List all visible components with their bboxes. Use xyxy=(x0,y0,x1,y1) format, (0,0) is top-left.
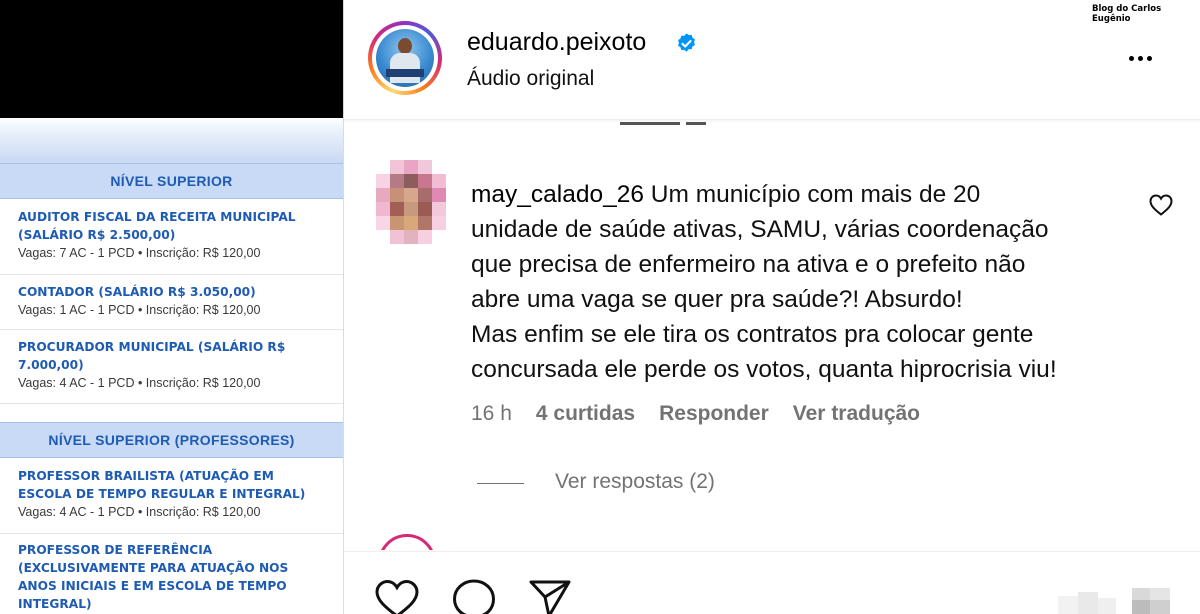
more-options-icon[interactable] xyxy=(1129,48,1165,68)
section-title: NÍVEL SUPERIOR xyxy=(110,173,233,189)
job-title[interactable]: PROFESSOR BRAILISTA (ATUAÇÃO EM ESCOLA D… xyxy=(18,467,323,503)
view-replies-button[interactable]: Ver respostas (2) xyxy=(555,470,715,494)
send-icon[interactable] xyxy=(527,578,573,614)
comment-meta: 16 h 4 curtidas Responder Ver tradução xyxy=(471,402,944,426)
section-title: NÍVEL SUPERIOR (PROFESSORES) xyxy=(48,432,295,448)
post-username[interactable]: eduardo.peixoto xyxy=(467,28,646,57)
job-item-procurador[interactable]: PROCURADOR MUNICIPAL (SALÁRIO R$ 7.000,0… xyxy=(0,330,343,404)
job-title[interactable]: CONTADOR (SALÁRIO R$ 3.050,00) xyxy=(18,283,325,301)
replies-divider xyxy=(477,483,524,484)
avatar-banner xyxy=(386,69,424,77)
audio-subtitle[interactable]: Áudio original xyxy=(467,67,594,91)
next-comment-avatar xyxy=(378,534,436,550)
heart-icon[interactable] xyxy=(1148,193,1174,217)
job-title[interactable]: PROCURADOR MUNICIPAL (SALÁRIO R$ 7.000,0… xyxy=(18,338,308,374)
job-listing-panel: NÍVEL SUPERIOR AUDITOR FISCAL DA RECEITA… xyxy=(0,0,343,614)
job-title[interactable]: PROFESSOR DE REFERÊNCIA (EXCLUSIVAMENTE … xyxy=(18,541,313,613)
reply-button[interactable]: Responder xyxy=(659,402,769,426)
commenter-avatar[interactable] xyxy=(376,160,448,246)
job-item-auditor[interactable]: AUDITOR FISCAL DA RECEITA MUNICIPAL (SAL… xyxy=(0,200,343,275)
banner-gradient xyxy=(0,118,343,163)
scrolled-text-peek xyxy=(620,117,730,125)
comment-username[interactable]: may_calado_26 xyxy=(471,181,644,208)
comment-line: que precisa de enfermeiro na ativa e o p… xyxy=(471,251,1026,278)
translate-button[interactable]: Ver tradução xyxy=(793,402,920,426)
job-item-professor-referencia[interactable]: PROFESSOR DE REFERÊNCIA (EXCLUSIVAMENTE … xyxy=(0,534,343,614)
section-header-nivel-superior: NÍVEL SUPERIOR xyxy=(0,163,343,199)
comment-line: abre uma vaga se quer pra saúde?! Absurd… xyxy=(471,286,963,313)
black-area xyxy=(0,0,343,118)
avatar-body xyxy=(390,53,420,83)
comment-likes[interactable]: 4 curtidas xyxy=(536,402,635,426)
job-item-contador[interactable]: CONTADOR (SALÁRIO R$ 3.050,00) Vagas: 1 … xyxy=(0,275,343,330)
pixelated-corner xyxy=(1058,588,1170,614)
job-item-professor-brailista[interactable]: PROFESSOR BRAILISTA (ATUAÇÃO EM ESCOLA D… xyxy=(0,459,343,534)
job-meta: Vagas: 4 AC - 1 PCD • Inscrição: R$ 120,… xyxy=(18,376,261,390)
comment-time: 16 h xyxy=(471,402,512,425)
watermark: Blog do Carlos Eugênio xyxy=(1092,4,1162,24)
comment-line: Um município com mais de 20 xyxy=(650,181,981,208)
job-title[interactable]: AUDITOR FISCAL DA RECEITA MUNICIPAL (SAL… xyxy=(18,208,325,244)
job-meta: Vagas: 7 AC - 1 PCD • Inscrição: R$ 120,… xyxy=(18,246,261,260)
avatar-border xyxy=(372,25,438,91)
verified-badge-icon xyxy=(678,33,695,52)
heart-icon[interactable] xyxy=(374,578,420,614)
comment-line: Mas enfim se ele tira os contratos pra c… xyxy=(471,321,1034,348)
job-meta: Vagas: 4 AC - 1 PCD • Inscrição: R$ 120,… xyxy=(18,505,261,519)
avatar-head xyxy=(398,38,412,54)
avatar xyxy=(376,29,434,87)
story-ring-avatar[interactable] xyxy=(368,21,442,95)
comment-line: concursada ele perde os votos, quanta hi… xyxy=(471,356,1057,383)
post-header xyxy=(344,0,1200,120)
comment-body: may_calado_26 Um município com mais de 2… xyxy=(471,177,1121,387)
job-meta: Vagas: 1 AC - 1 PCD • Inscrição: R$ 120,… xyxy=(18,303,261,317)
comment-icon[interactable] xyxy=(451,578,497,614)
comment-line: unidade de saúde ativas, SAMU, várias co… xyxy=(471,216,1049,243)
section-header-professores: NÍVEL SUPERIOR (PROFESSORES) xyxy=(0,422,343,458)
